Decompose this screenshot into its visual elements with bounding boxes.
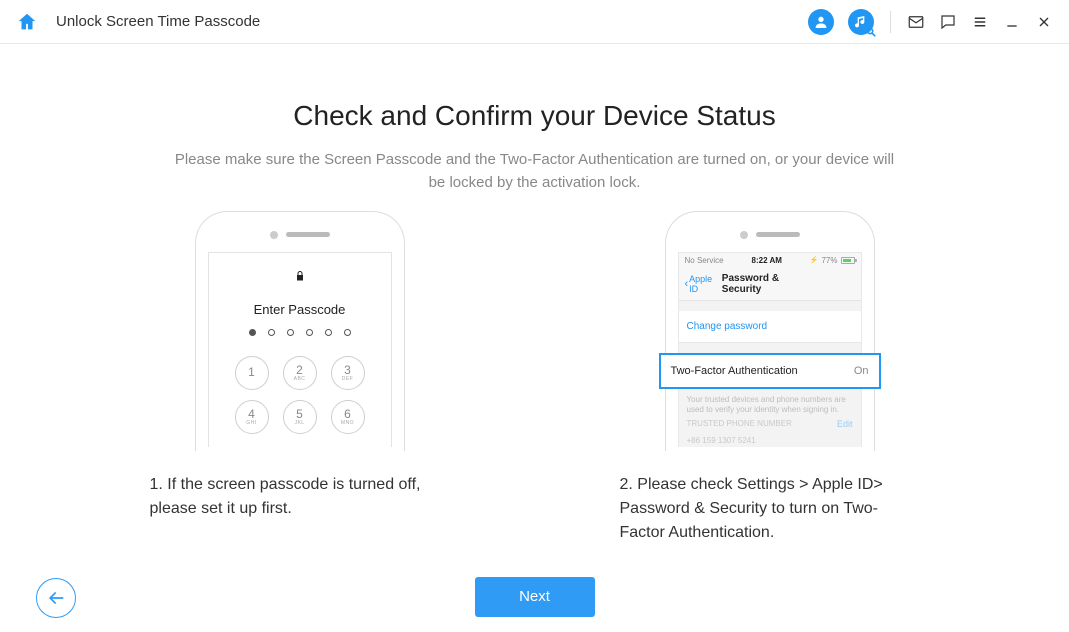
key-1: 1: [235, 356, 269, 390]
music-search-icon[interactable]: [848, 9, 874, 35]
home-icon[interactable]: [16, 11, 38, 33]
nav-title: Password & Security: [722, 273, 817, 295]
header-actions: [808, 9, 1053, 35]
close-icon[interactable]: [1035, 13, 1053, 31]
passcode-dots: [249, 329, 351, 336]
passcode-phone-illustration: Enter Passcode 1 2ABC 3DEF 4GHI 5JKL 6MN…: [195, 211, 405, 451]
keypad: 1 2ABC 3DEF 4GHI 5JKL 6MNO: [235, 356, 365, 434]
phone-top-bar: [196, 218, 404, 252]
settings-phone-illustration: No Service 8:22 AM ⚡ 77% ‹Apple ID Passw…: [665, 211, 875, 451]
nav-back: ‹Apple ID: [685, 274, 722, 294]
settings-screen: No Service 8:22 AM ⚡ 77% ‹Apple ID Passw…: [678, 252, 862, 447]
lock-icon: [294, 269, 306, 286]
back-button[interactable]: [36, 578, 76, 618]
status-time: 8:22 AM: [752, 256, 782, 265]
page-subtitle: Please make sure the Screen Passcode and…: [175, 148, 895, 195]
phone-camera-dot: [270, 231, 278, 239]
key-3: 3DEF: [331, 356, 365, 390]
twofa-value: On: [854, 365, 869, 377]
menu-icon[interactable]: [971, 13, 989, 31]
carrier-label: No Service: [685, 256, 724, 265]
phone-camera-dot: [740, 231, 748, 239]
page-title: Check and Confirm your Device Status: [80, 100, 989, 132]
change-password-cell: Change password: [679, 311, 861, 343]
nav-bar: ‹Apple ID Password & Security: [679, 268, 861, 301]
phone-speaker: [756, 232, 800, 237]
twofa-column: No Service 8:22 AM ⚡ 77% ‹Apple ID Passw…: [620, 211, 920, 545]
key-4: 4GHI: [235, 400, 269, 434]
account-icon[interactable]: [808, 9, 834, 35]
battery-indicator: ⚡ 77%: [810, 256, 855, 265]
minimize-icon[interactable]: [1003, 13, 1021, 31]
two-column-layout: Enter Passcode 1 2ABC 3DEF 4GHI 5JKL 6MN…: [80, 211, 989, 545]
trusted-description: Your trusted devices and phone numbers a…: [679, 389, 861, 453]
app-title: Unlock Screen Time Passcode: [56, 13, 260, 30]
two-factor-cell: Two-Factor Authentication On: [659, 353, 881, 389]
status-bar: No Service 8:22 AM ⚡ 77%: [679, 253, 861, 268]
mail-icon[interactable]: [907, 13, 925, 31]
twofa-caption: 2. Please check Settings > Apple ID> Pas…: [620, 473, 920, 545]
key-2: 2ABC: [283, 356, 317, 390]
key-5: 5JKL: [283, 400, 317, 434]
next-button[interactable]: Next: [475, 577, 595, 617]
feedback-icon[interactable]: [939, 13, 957, 31]
enter-passcode-label: Enter Passcode: [254, 302, 346, 317]
passcode-screen: Enter Passcode 1 2ABC 3DEF 4GHI 5JKL 6MN…: [208, 252, 392, 447]
phone-speaker: [286, 232, 330, 237]
separator: [890, 11, 891, 33]
edit-link: Edit: [837, 419, 853, 431]
twofa-label: Two-Factor Authentication: [671, 365, 798, 377]
passcode-caption: 1. If the screen passcode is turned off,…: [150, 473, 450, 521]
passcode-column: Enter Passcode 1 2ABC 3DEF 4GHI 5JKL 6MN…: [150, 211, 450, 521]
header-bar: Unlock Screen Time Passcode: [0, 0, 1069, 44]
main-content: Check and Confirm your Device Status Ple…: [0, 44, 1069, 617]
phone-top-bar: [666, 218, 874, 252]
key-6: 6MNO: [331, 400, 365, 434]
